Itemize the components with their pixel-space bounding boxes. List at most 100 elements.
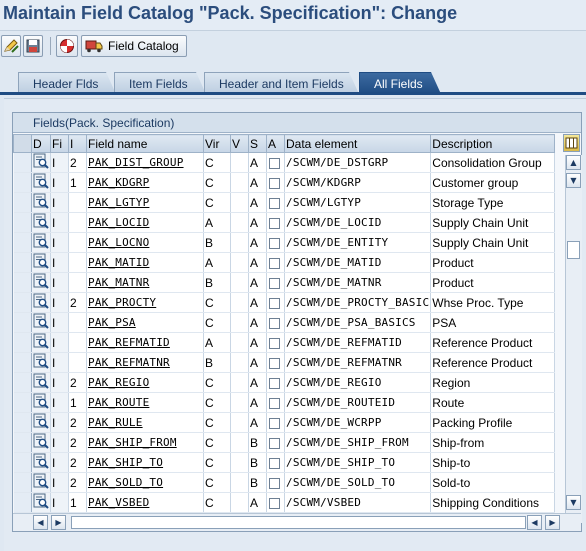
a-checkbox[interactable] xyxy=(269,357,280,369)
row-selector[interactable] xyxy=(13,392,32,413)
s-cell[interactable]: A xyxy=(248,412,267,433)
details-cell[interactable] xyxy=(31,372,51,393)
horizontal-scrollbar[interactable]: ◀ ▶ ◀ ▶ xyxy=(13,513,581,531)
details-cell[interactable] xyxy=(31,492,51,513)
vir-cell[interactable]: A xyxy=(203,332,231,353)
a-cell[interactable] xyxy=(266,412,285,433)
row-selector-header[interactable] xyxy=(13,134,32,153)
v-cell[interactable] xyxy=(230,392,249,413)
a-cell[interactable] xyxy=(266,232,285,253)
field-name-cell[interactable]: PAK_RULE xyxy=(86,412,204,433)
v-cell[interactable] xyxy=(230,152,249,173)
field-name-cell[interactable]: PAK_SHIP_TO xyxy=(86,452,204,473)
scroll-left-end-button[interactable]: ◀ xyxy=(527,515,542,530)
a-checkbox[interactable] xyxy=(269,237,280,249)
vertical-scrollbar[interactable]: ▲ ▼ ▼ xyxy=(565,155,582,523)
input-level-cell[interactable]: 2 xyxy=(68,432,87,453)
input-level-cell[interactable] xyxy=(68,332,87,353)
save-local-button[interactable] xyxy=(23,35,43,57)
input-level-cell[interactable]: 2 xyxy=(68,412,87,433)
a-cell[interactable] xyxy=(266,372,285,393)
field-details-icon[interactable] xyxy=(33,353,49,372)
column-header-v[interactable]: V xyxy=(230,134,249,153)
scroll-down-button[interactable]: ▼ xyxy=(566,495,581,510)
field-details-icon[interactable] xyxy=(33,473,49,492)
column-header-vir[interactable]: Vir xyxy=(203,134,231,153)
s-cell[interactable]: B xyxy=(248,432,267,453)
a-cell[interactable] xyxy=(266,352,285,373)
v-cell[interactable] xyxy=(230,232,249,253)
row-selector[interactable] xyxy=(13,252,32,273)
details-cell[interactable] xyxy=(31,272,51,293)
a-checkbox[interactable] xyxy=(269,317,280,329)
a-checkbox[interactable] xyxy=(269,257,280,269)
vir-cell[interactable]: B xyxy=(203,232,231,253)
details-cell[interactable] xyxy=(31,432,51,453)
row-selector[interactable] xyxy=(13,152,32,173)
vir-cell[interactable]: C xyxy=(203,312,231,333)
horizontal-scroll-thumb[interactable] xyxy=(71,516,526,529)
table-row[interactable]: I 2 PAK_REGIO C A/SCWM/DE_REGIO Region xyxy=(13,372,556,393)
a-cell[interactable] xyxy=(266,472,285,493)
column-header-d[interactable]: D xyxy=(31,134,51,153)
a-checkbox[interactable] xyxy=(269,297,280,309)
field-details-icon[interactable] xyxy=(33,213,49,232)
table-row[interactable]: I PAK_LOCNO B A/SCWM/DE_ENTITY Supply Chain … xyxy=(13,232,556,253)
v-cell[interactable] xyxy=(230,312,249,333)
column-header-description[interactable]: Description xyxy=(430,134,556,153)
scroll-right-step-button[interactable]: ▶ xyxy=(51,515,66,530)
s-cell[interactable]: A xyxy=(248,372,267,393)
column-header-i[interactable]: I xyxy=(68,134,87,153)
row-selector[interactable] xyxy=(13,492,32,513)
a-checkbox[interactable] xyxy=(269,457,280,469)
field-details-icon[interactable] xyxy=(33,293,49,312)
field-name-cell[interactable]: PAK_LGTYP xyxy=(86,192,204,213)
a-checkbox[interactable] xyxy=(269,397,280,409)
input-level-cell[interactable] xyxy=(68,192,87,213)
field-name-cell[interactable]: PAK_SOLD_TO xyxy=(86,472,204,493)
table-row[interactable]: I 2 PAK_PROCTY C A/SCWM/DE_PROCTY_BASIC Whse … xyxy=(13,292,556,313)
s-cell[interactable]: A xyxy=(248,292,267,313)
table-row[interactable]: I PAK_REFMATNR B A/SCWM/DE_REFMATNR Referenc… xyxy=(13,352,556,373)
a-cell[interactable] xyxy=(266,192,285,213)
field-details-icon[interactable] xyxy=(33,413,49,432)
table-row[interactable]: I PAK_REFMATID A A/SCWM/DE_REFMATID Referenc… xyxy=(13,332,556,353)
v-cell[interactable] xyxy=(230,272,249,293)
v-cell[interactable] xyxy=(230,492,249,513)
vir-cell[interactable]: C xyxy=(203,432,231,453)
s-cell[interactable]: A xyxy=(248,332,267,353)
vir-cell[interactable]: C xyxy=(203,392,231,413)
details-cell[interactable] xyxy=(31,332,51,353)
v-cell[interactable] xyxy=(230,292,249,313)
v-cell[interactable] xyxy=(230,252,249,273)
a-cell[interactable] xyxy=(266,452,285,473)
row-selector[interactable] xyxy=(13,412,32,433)
table-row[interactable]: I PAK_LGTYP C A/SCWM/LGTYP Storage Type xyxy=(13,192,556,213)
v-cell[interactable] xyxy=(230,192,249,213)
s-cell[interactable]: A xyxy=(248,232,267,253)
table-row[interactable]: I 1 PAK_VSBED C A/SCWM/VSBED Shipping Conditi… xyxy=(13,492,556,513)
a-cell[interactable] xyxy=(266,252,285,273)
field-name-cell[interactable]: PAK_KDGRP xyxy=(86,172,204,193)
input-level-cell[interactable] xyxy=(68,252,87,273)
v-cell[interactable] xyxy=(230,452,249,473)
details-cell[interactable] xyxy=(31,212,51,233)
table-row[interactable]: I 2 PAK_RULE C A/SCWM/DE_WCRPP Packing Profil… xyxy=(13,412,556,433)
field-name-cell[interactable]: PAK_PROCTY xyxy=(86,292,204,313)
row-selector[interactable] xyxy=(13,372,32,393)
row-selector[interactable] xyxy=(13,172,32,193)
a-checkbox[interactable] xyxy=(269,377,280,389)
a-cell[interactable] xyxy=(266,172,285,193)
table-row[interactable]: I PAK_MATID A A/SCWM/DE_MATID Product xyxy=(13,252,556,273)
field-details-icon[interactable] xyxy=(33,333,49,352)
row-selector[interactable] xyxy=(13,272,32,293)
input-level-cell[interactable]: 2 xyxy=(68,292,87,313)
input-level-cell[interactable]: 1 xyxy=(68,172,87,193)
details-cell[interactable] xyxy=(31,192,51,213)
input-level-cell[interactable] xyxy=(68,212,87,233)
a-cell[interactable] xyxy=(266,392,285,413)
a-checkbox[interactable] xyxy=(269,477,280,489)
details-cell[interactable] xyxy=(31,292,51,313)
transport-button[interactable] xyxy=(56,35,78,57)
field-details-icon[interactable] xyxy=(33,253,49,272)
